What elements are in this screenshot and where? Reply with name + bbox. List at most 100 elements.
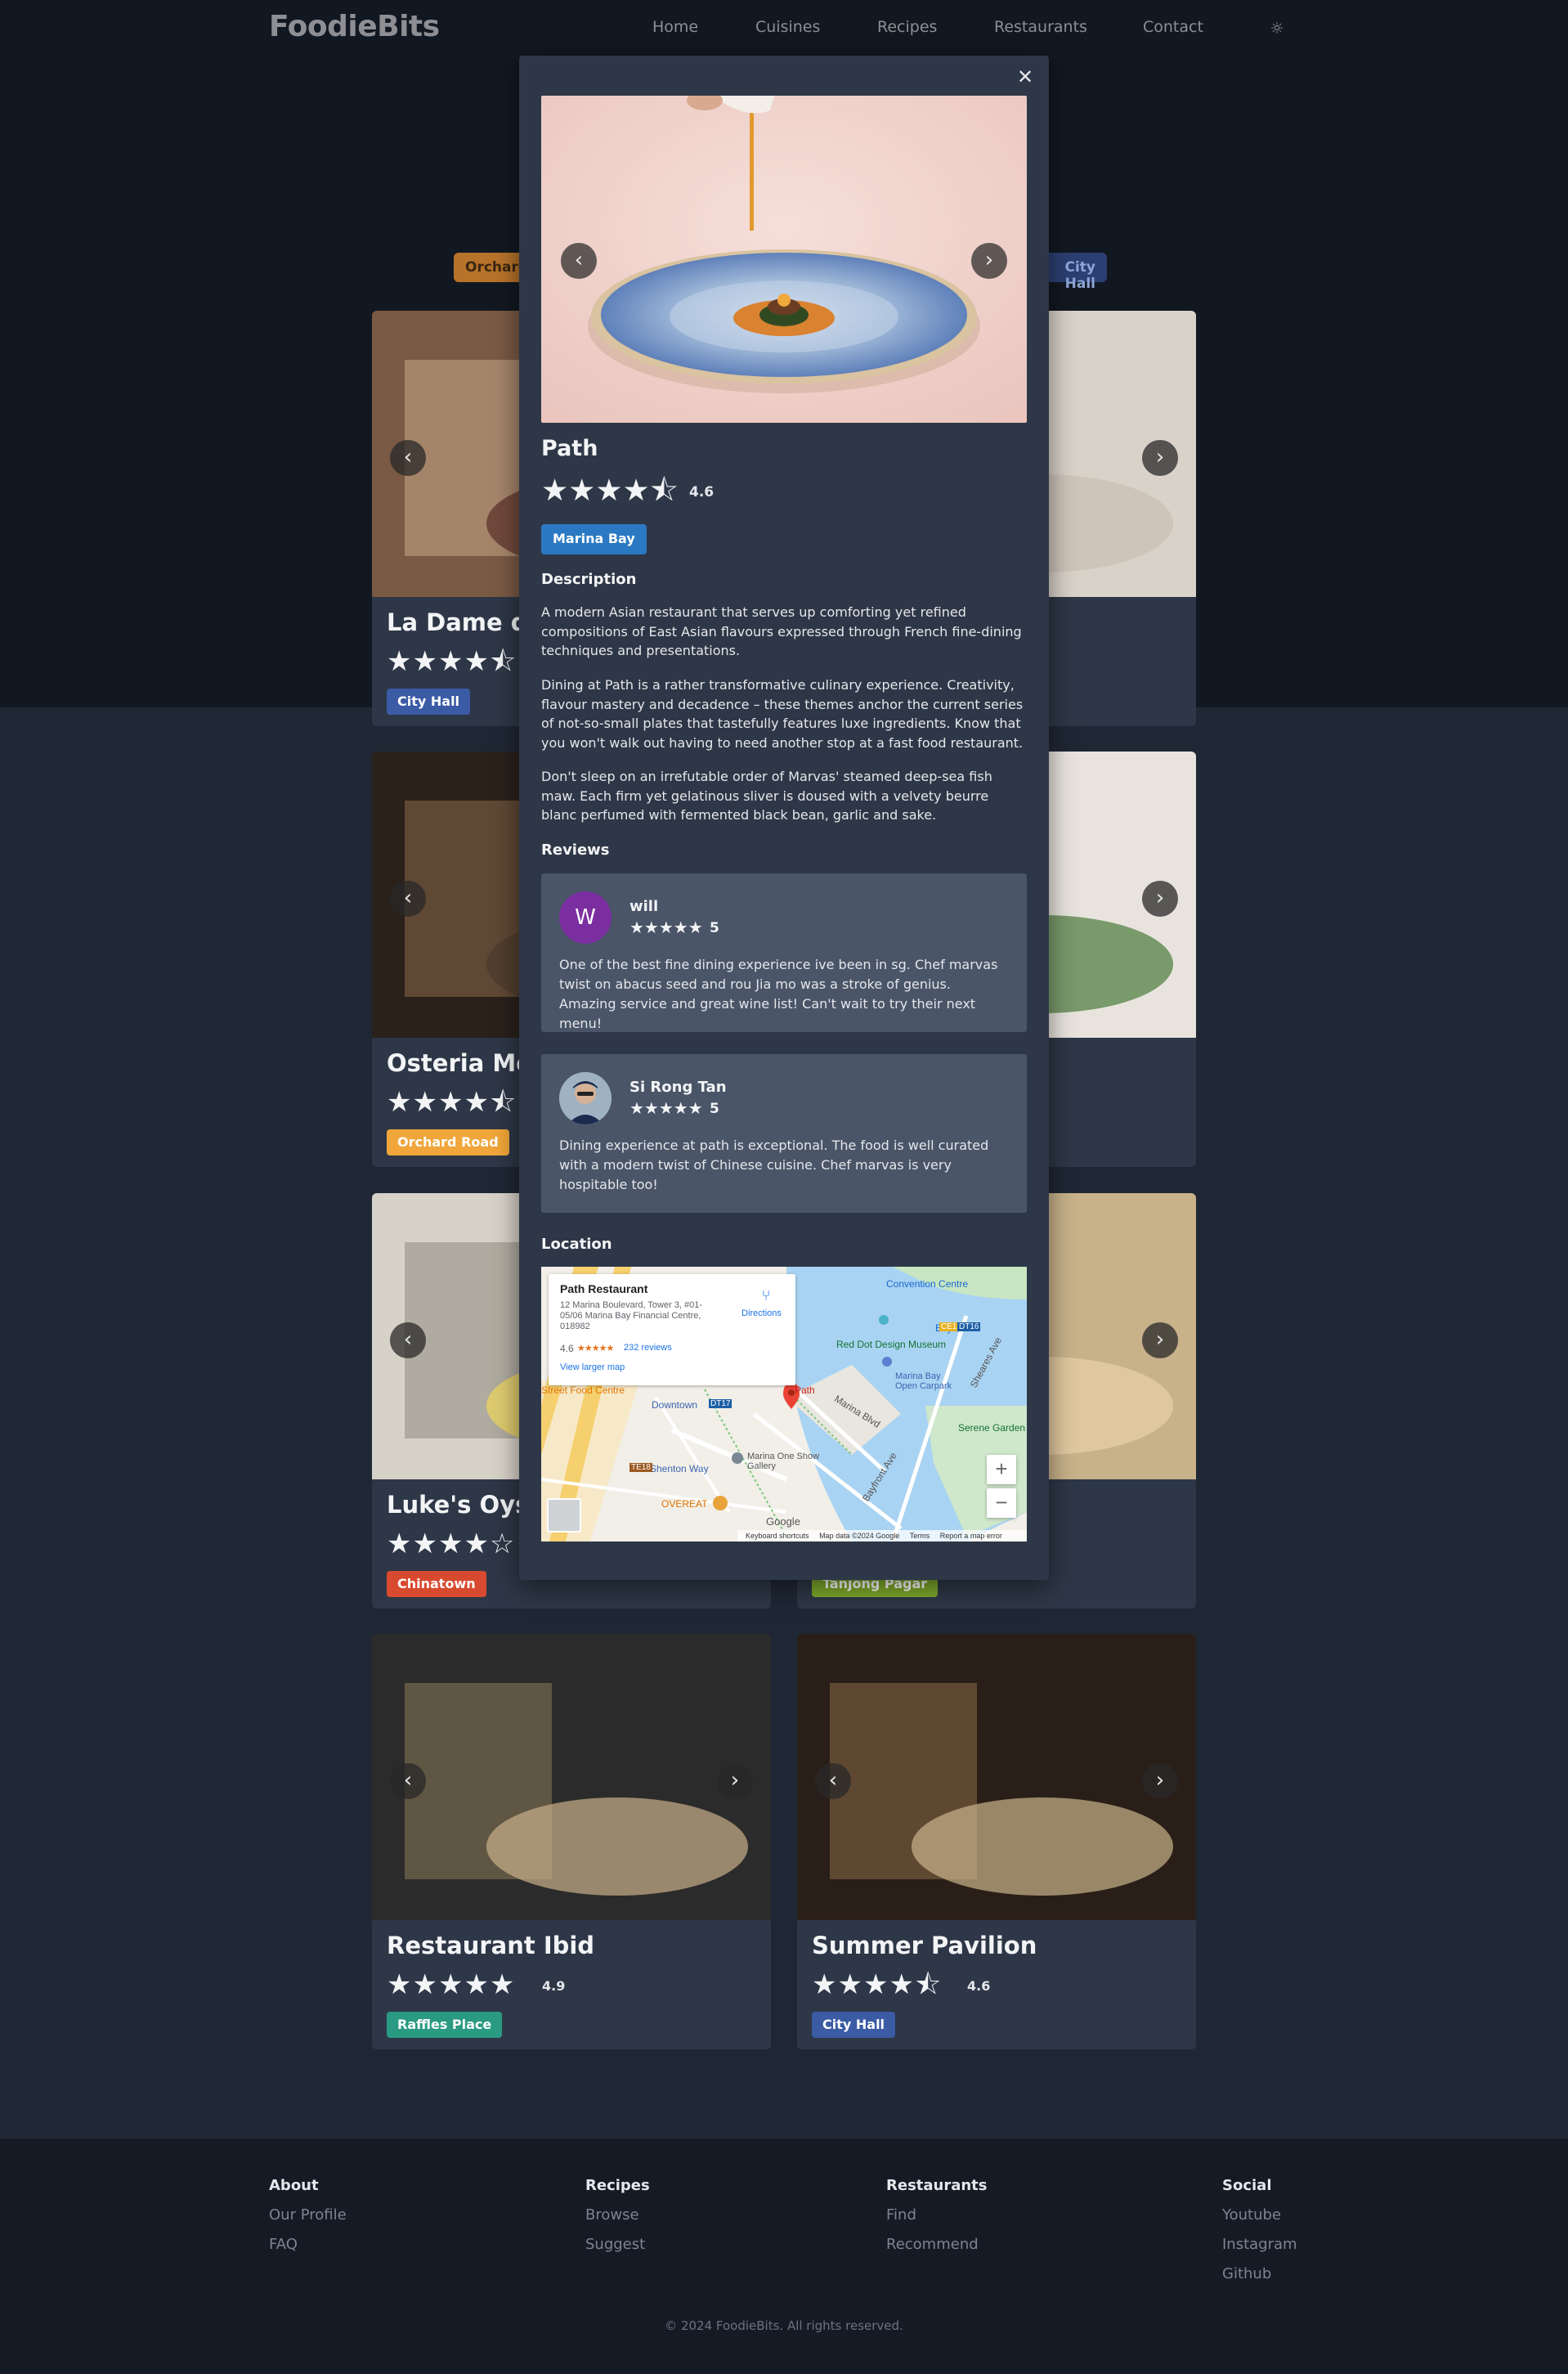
footer-link-browse[interactable]: Browse xyxy=(585,2206,639,2224)
restaurant-image: ‹ › xyxy=(541,96,1027,423)
footer-background xyxy=(0,2138,1568,2374)
sun-icon[interactable]: ☼ xyxy=(1269,20,1285,37)
card-stars: ★★★★⯪ xyxy=(812,1968,943,2001)
directions-link[interactable]: Directions xyxy=(741,1308,782,1318)
map-label: Marina One Show Gallery xyxy=(747,1452,820,1471)
card-next-image-button[interactable]: › xyxy=(717,1763,753,1799)
restaurant-image xyxy=(797,1634,1196,1920)
card-stars: ★★★★★ xyxy=(387,1968,516,2001)
card-next-image-button[interactable]: › xyxy=(1142,440,1178,476)
description-heading: Description xyxy=(541,571,637,588)
report-error-link[interactable]: Report a map error xyxy=(940,1532,1002,1540)
footer-link-github[interactable]: Github xyxy=(1222,2265,1271,2282)
footer-link-faq[interactable]: FAQ xyxy=(269,2236,298,2253)
map-place-name: Path Restaurant xyxy=(560,1282,648,1295)
rating-stars: ★★★★⯪ xyxy=(541,473,679,508)
review-stars: ★★★★★ xyxy=(629,918,703,937)
card-prev-image-button[interactable]: ‹ xyxy=(390,881,426,917)
map-label: Downtown xyxy=(652,1399,698,1411)
review-text: One of the best fine dining experience i… xyxy=(559,957,998,1031)
reviewer-name: Si Rong Tan xyxy=(629,1079,727,1096)
footer-heading-about: About xyxy=(269,2177,319,2194)
map-info-card: Path Restaurant 12 Marina Boulevard, Tow… xyxy=(549,1274,795,1385)
reviewer-name: will xyxy=(629,898,659,915)
review-text: Dining experience at path is exceptional… xyxy=(559,1138,989,1192)
card-stars: ★★★★☆ xyxy=(387,1528,516,1560)
restaurant-card[interactable]: ‹ › Summer Pavilion ★★★★⯪ 4.6 City Hall xyxy=(797,1634,1196,2049)
footer-link-recommend[interactable]: Recommend xyxy=(886,2236,979,2253)
footer-link-youtube[interactable]: Youtube xyxy=(1222,2206,1281,2224)
card-next-image-button[interactable]: › xyxy=(1142,1763,1178,1799)
map-label: Red Dot Design Museum xyxy=(836,1339,947,1350)
review-score: 5 xyxy=(710,920,719,936)
card-prev-image-button[interactable]: ‹ xyxy=(390,440,426,476)
card-prev-image-button[interactable]: ‹ xyxy=(390,1322,426,1358)
site-header: FoodieBits Home Cuisines Recipes Restaur… xyxy=(0,0,1568,59)
card-location-tag[interactable]: City Hall xyxy=(387,689,471,715)
map-attribution: Keyboard shortcuts Map data ©2024 Google… xyxy=(737,1530,1027,1542)
card-rating: 4.9 xyxy=(542,1978,566,1994)
map-label: Street Food Centre xyxy=(541,1384,625,1396)
map-label: Path xyxy=(795,1384,815,1396)
footer-link-instagram[interactable]: Instagram xyxy=(1222,2236,1297,2253)
directions-icon[interactable]: ⑂ xyxy=(758,1287,774,1304)
site-logo[interactable]: FoodieBits xyxy=(269,10,440,43)
keyboard-shortcuts-link[interactable]: Keyboard shortcuts xyxy=(746,1532,809,1540)
card-prev-image-button[interactable]: ‹ xyxy=(390,1763,426,1799)
card-location-tag[interactable]: Raffles Place xyxy=(387,2012,503,2038)
location-map[interactable]: Convention Centre Bayfront CE1 DT16 Red … xyxy=(541,1267,1027,1542)
nav-home[interactable]: Home xyxy=(652,18,698,36)
card-rating: 4.6 xyxy=(967,1978,991,1994)
card-location-tag[interactable]: City Hall xyxy=(812,2012,896,2038)
footer-heading-social: Social xyxy=(1222,2177,1272,2194)
review-card: Si Rong Tan ★★★★★ 5 Dining experience at… xyxy=(541,1054,1027,1213)
copyright: © 2024 FoodieBits. All rights reserved. xyxy=(665,2318,903,2333)
map-label: OVEREAT xyxy=(661,1498,708,1510)
nav-contact[interactable]: Contact xyxy=(1143,18,1203,36)
card-next-image-button[interactable]: › xyxy=(1142,881,1178,917)
filter-orchard[interactable]: Orchard xyxy=(454,253,528,282)
map-stars: ★★★★★ xyxy=(577,1344,614,1353)
nav-restaurants[interactable]: Restaurants xyxy=(994,18,1087,36)
rating-value: 4.6 xyxy=(689,484,715,500)
map-label: CE1 xyxy=(939,1322,959,1331)
review-stars: ★★★★★ xyxy=(629,1098,703,1118)
map-label: Shenton Way xyxy=(650,1463,709,1474)
footer-link-our-profile[interactable]: Our Profile xyxy=(269,2206,347,2224)
modal-next-image-button[interactable]: › xyxy=(971,243,1007,279)
description-paragraph: Dining at Path is a rather transformativ… xyxy=(541,677,1024,751)
card-title[interactable]: Restaurant Ibid xyxy=(387,1932,594,1959)
modal-prev-image-button[interactable]: ‹ xyxy=(561,243,597,279)
restaurant-image xyxy=(372,1634,771,1920)
zoom-in-button[interactable]: + xyxy=(987,1455,1016,1484)
card-title[interactable]: Summer Pavilion xyxy=(812,1932,1037,1959)
restaurant-card[interactable]: ‹ › Restaurant Ibid ★★★★★ 4.9 Raffles Place xyxy=(372,1634,771,2049)
terms-link[interactable]: Terms xyxy=(910,1532,930,1540)
nav-cuisines[interactable]: Cuisines xyxy=(755,18,820,36)
card-title[interactable]: Luke's Oyst xyxy=(387,1491,540,1519)
review-score: 5 xyxy=(710,1101,719,1117)
location-tag[interactable]: Marina Bay xyxy=(541,524,647,554)
avatar xyxy=(559,1072,612,1124)
footer-link-find[interactable]: Find xyxy=(886,2206,916,2224)
card-stars: ★★★★⯪ xyxy=(387,645,517,678)
map-reviews-link[interactable]: 232 reviews xyxy=(624,1343,672,1353)
map-address: 12 Marina Boulevard, Tower 3, #01-05/06 … xyxy=(560,1300,703,1331)
nav-recipes[interactable]: Recipes xyxy=(877,18,937,36)
avatar: W xyxy=(559,891,612,944)
description-paragraph: Don't sleep on an irrefutable order of M… xyxy=(541,769,992,823)
zoom-out-button[interactable]: − xyxy=(987,1488,1016,1518)
map-label: DT16 xyxy=(957,1322,981,1331)
footer-heading-restaurants: Restaurants xyxy=(886,2177,988,2194)
footer-link-suggest[interactable]: Suggest xyxy=(585,2236,645,2253)
card-location-tag[interactable]: Chinatown xyxy=(387,1571,486,1597)
card-location-tag[interactable]: Orchard Road xyxy=(387,1129,509,1156)
card-prev-image-button[interactable]: ‹ xyxy=(815,1763,851,1799)
map-label: Serene Garden xyxy=(958,1422,1026,1434)
map-rating: 4.6 xyxy=(560,1343,574,1354)
view-larger-map-link[interactable]: View larger map xyxy=(560,1362,625,1372)
close-icon[interactable]: ✕ xyxy=(1014,65,1037,88)
footer-heading-recipes: Recipes xyxy=(585,2177,650,2194)
review-card: W will ★★★★★ 5 One of the best fine dini… xyxy=(541,873,1027,1032)
card-next-image-button[interactable]: › xyxy=(1142,1322,1178,1358)
